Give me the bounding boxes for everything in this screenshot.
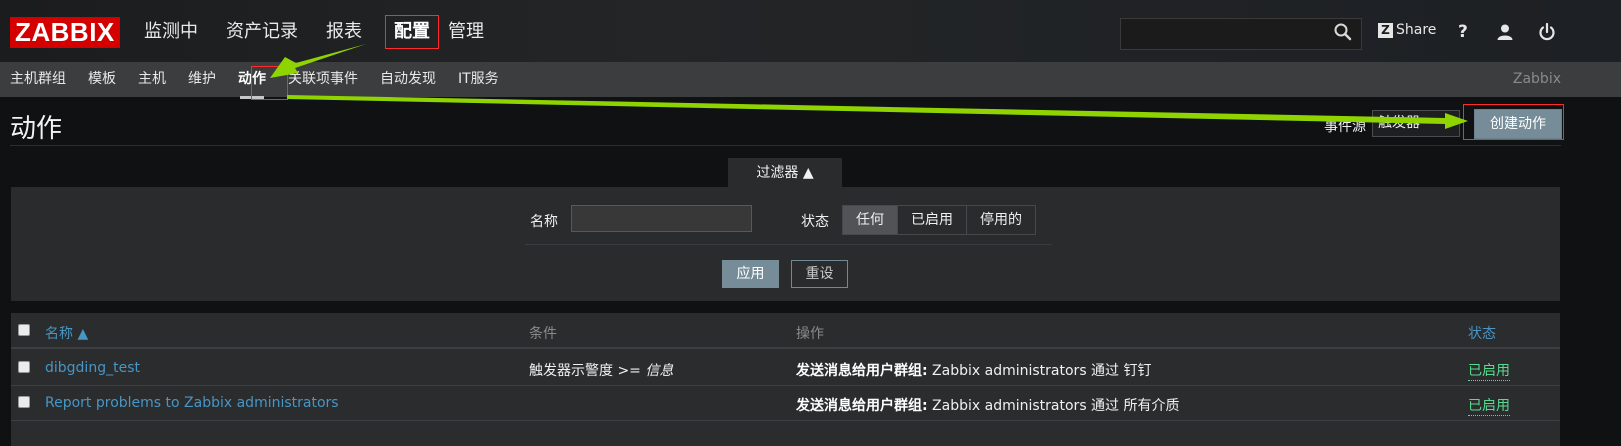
event-source-select[interactable]: 触发器 bbox=[1372, 110, 1460, 137]
annotation-arrow-lower bbox=[287, 95, 1468, 129]
subnav-host-groups[interactable]: 主机群组 bbox=[10, 70, 66, 88]
annotation-box-actions bbox=[251, 66, 288, 100]
operation-label: 发送消息给用户群组: bbox=[796, 363, 928, 379]
share-link[interactable]: Z Share bbox=[1378, 22, 1436, 38]
status-enabled[interactable]: 已启用 bbox=[897, 205, 967, 235]
subnav-hosts[interactable]: 主机 bbox=[138, 70, 166, 88]
action-name-link[interactable]: dibgding_test bbox=[45, 360, 140, 376]
actions-table bbox=[11, 313, 1560, 446]
select-all-checkbox[interactable] bbox=[18, 324, 30, 336]
status-enabled-link[interactable]: 已启用 bbox=[1468, 395, 1510, 416]
page-title: 动作 bbox=[10, 114, 63, 144]
main-menu: 监测中 资产记录 报表 配置 管理 bbox=[140, 15, 508, 49]
operation-text: Zabbix administrators 通过 所有介质 bbox=[927, 398, 1180, 414]
col-header-conditions: 条件 bbox=[529, 326, 557, 342]
col-header-status[interactable]: 状态 bbox=[1468, 323, 1496, 343]
status-radio-group: 任何 已启用 停用的 bbox=[842, 205, 1036, 235]
filter-name-label: 名称 bbox=[530, 214, 558, 230]
sub-navigation: 主机群组 模板 主机 维护 动作 关联项事件 自动发现 IT服务 Zabbix bbox=[0, 62, 1621, 99]
condition-text: 触发器示警度 >= bbox=[529, 363, 646, 379]
power-icon[interactable] bbox=[1537, 22, 1557, 42]
action-condition: 触发器示警度 >= 信息 bbox=[529, 360, 673, 380]
condition-value: 信息 bbox=[645, 363, 674, 379]
title-divider bbox=[10, 145, 1561, 146]
row-divider bbox=[11, 420, 1560, 421]
action-operation: 发送消息给用户群组: Zabbix administrators 通过 所有介质 bbox=[796, 395, 1180, 415]
status-any[interactable]: 任何 bbox=[842, 205, 898, 235]
search-input[interactable] bbox=[1120, 18, 1362, 50]
server-name: Zabbix bbox=[1512, 71, 1561, 87]
filter-tab[interactable]: 过滤器 ▲ bbox=[728, 158, 842, 187]
subnav-event-correlation[interactable]: 关联项事件 bbox=[288, 70, 358, 88]
subnav-maintenance[interactable]: 维护 bbox=[188, 70, 216, 88]
col-header-operations: 操作 bbox=[796, 326, 824, 342]
share-label: Share bbox=[1396, 22, 1437, 38]
menu-monitoring[interactable]: 监测中 bbox=[140, 20, 202, 48]
row-checkbox[interactable] bbox=[18, 396, 30, 408]
filter-status-label: 状态 bbox=[801, 214, 829, 230]
help-icon[interactable]: ? bbox=[1458, 22, 1478, 42]
col-header-name[interactable]: 名称 ▲ bbox=[45, 323, 88, 343]
action-name-link[interactable]: Report problems to Zabbix administrators bbox=[45, 395, 339, 411]
row-checkbox[interactable] bbox=[18, 361, 30, 373]
filter-divider bbox=[525, 244, 1052, 245]
action-operation: 发送消息给用户群组: Zabbix administrators 通过 钉钉 bbox=[796, 360, 1152, 380]
status-disabled[interactable]: 停用的 bbox=[966, 205, 1036, 235]
subnav-discovery[interactable]: 自动发现 bbox=[380, 70, 436, 88]
operation-label: 发送消息给用户群组: bbox=[796, 398, 928, 414]
menu-reports[interactable]: 报表 bbox=[322, 20, 366, 48]
search-icon[interactable] bbox=[1333, 22, 1353, 42]
subnav-templates[interactable]: 模板 bbox=[88, 70, 116, 88]
annotation-box-create bbox=[1463, 104, 1564, 140]
header-divider bbox=[11, 347, 1560, 349]
share-z-badge: Z bbox=[1378, 22, 1393, 38]
operation-text: Zabbix administrators 通过 钉钉 bbox=[927, 363, 1152, 379]
event-source-label: 事件源 bbox=[1324, 119, 1366, 135]
reset-button[interactable]: 重设 bbox=[791, 260, 848, 288]
menu-administration[interactable]: 管理 bbox=[444, 20, 488, 48]
zabbix-logo[interactable]: ZABBIX bbox=[10, 17, 120, 48]
user-icon[interactable] bbox=[1495, 22, 1515, 42]
subnav-it-services[interactable]: IT服务 bbox=[458, 70, 499, 88]
status-enabled-link[interactable]: 已启用 bbox=[1468, 360, 1510, 381]
filter-name-input[interactable] bbox=[571, 205, 752, 232]
menu-configuration[interactable]: 配置 bbox=[385, 15, 439, 49]
row-divider bbox=[11, 385, 1560, 386]
menu-inventory[interactable]: 资产记录 bbox=[222, 20, 302, 48]
apply-button[interactable]: 应用 bbox=[722, 260, 779, 288]
